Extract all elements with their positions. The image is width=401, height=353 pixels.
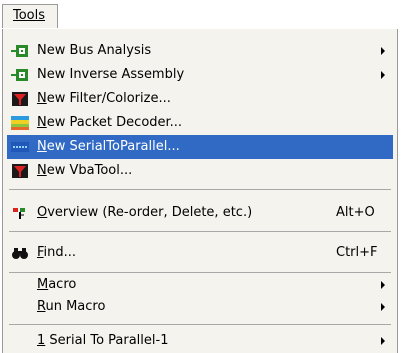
menu-item-label: New Inverse Assembly bbox=[37, 67, 185, 82]
menu-item-new-bus-analysis[interactable]: New Bus Analysis bbox=[7, 39, 393, 63]
menu-item-overview[interactable]: Overview (Re-order, Delete, etc.) Alt+O bbox=[7, 201, 393, 225]
menu-item-macro[interactable]: Macro bbox=[7, 273, 393, 297]
filter-colorize-icon bbox=[11, 91, 29, 107]
menu-tools[interactable]: Tools bbox=[2, 4, 58, 28]
menubar: Tools bbox=[0, 0, 401, 30]
tools-dropdown-menu: New Bus Analysis New Inverse Assembly Ne… bbox=[2, 29, 398, 353]
overview-icon bbox=[11, 205, 29, 221]
serial-to-parallel-icon bbox=[11, 139, 29, 155]
vba-tool-icon bbox=[11, 163, 29, 179]
menu-item-label: Overview (Re-order, Delete, etc.) bbox=[37, 205, 253, 220]
menu-item-new-inverse-assembly[interactable]: New Inverse Assembly bbox=[7, 63, 393, 87]
menu-separator bbox=[9, 324, 391, 325]
menu-item-shortcut: Alt+O bbox=[336, 205, 375, 220]
submenu-arrow-icon bbox=[381, 303, 385, 311]
menu-item-find[interactable]: Find... Ctrl+F bbox=[7, 241, 393, 265]
menu-separator bbox=[9, 189, 391, 190]
menu-item-label: New VbaTool... bbox=[37, 163, 133, 178]
menu-item-label: 1 Serial To Parallel-1 bbox=[37, 333, 169, 348]
submenu-arrow-icon bbox=[381, 47, 385, 55]
menu-item-new-filter-colorize[interactable]: New Filter/Colorize... bbox=[7, 87, 393, 111]
menu-item-run-macro[interactable]: Run Macro bbox=[7, 295, 393, 319]
menu-item-new-vba-tool[interactable]: New VbaTool... bbox=[7, 159, 393, 183]
menu-item-recent-serial-to-parallel[interactable]: 1 Serial To Parallel-1 bbox=[7, 329, 393, 353]
menu-item-new-packet-decoder[interactable]: New Packet Decoder... bbox=[7, 111, 393, 135]
submenu-arrow-icon bbox=[381, 71, 385, 79]
submenu-arrow-icon bbox=[381, 281, 385, 289]
menu-item-shortcut: Ctrl+F bbox=[336, 245, 378, 260]
menu-item-label: Macro bbox=[37, 277, 77, 292]
menu-separator bbox=[9, 231, 391, 232]
menu-item-label: New Packet Decoder... bbox=[37, 115, 183, 130]
inverse-assembly-icon bbox=[11, 67, 29, 83]
menu-item-label: Find... bbox=[37, 245, 77, 260]
menu-item-new-serial-to-parallel[interactable]: New SerialToParallel... bbox=[7, 135, 393, 159]
menu-item-label: New Filter/Colorize... bbox=[37, 91, 171, 106]
packet-decoder-icon bbox=[11, 115, 29, 131]
bus-analysis-icon bbox=[11, 43, 29, 59]
menu-item-label: New Bus Analysis bbox=[37, 43, 152, 58]
binoculars-icon bbox=[11, 245, 29, 261]
menu-item-label: Run Macro bbox=[37, 299, 106, 314]
menu-item-label: New SerialToParallel... bbox=[37, 139, 180, 154]
submenu-arrow-icon bbox=[381, 337, 385, 345]
menu-tools-label: Tools bbox=[13, 8, 46, 23]
